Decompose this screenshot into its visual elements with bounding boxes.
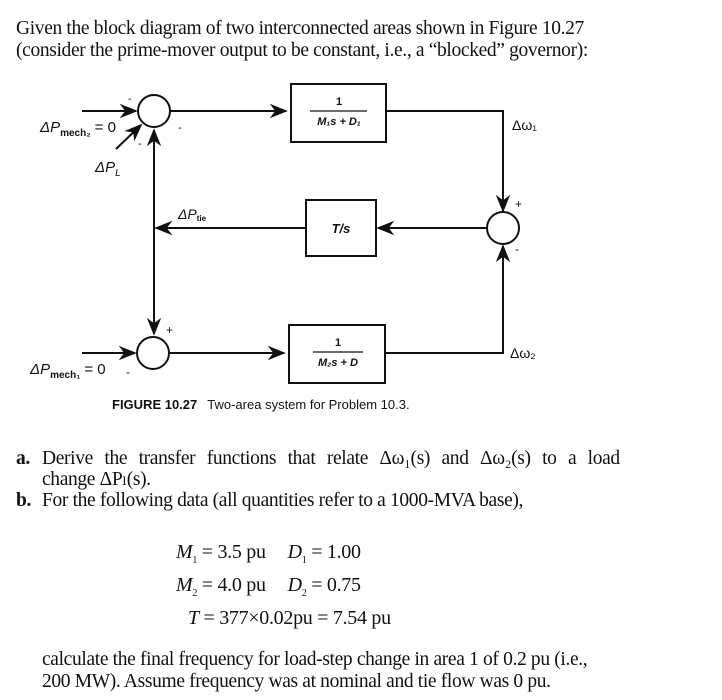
sign-sum1-right: -: [178, 122, 182, 134]
question-a-word: a: [567, 448, 577, 469]
area1-numerator: 1: [336, 96, 342, 108]
sign-sum1-bottom: -: [138, 138, 142, 150]
summing-junction-area1: [137, 94, 171, 128]
question-b-continuation: calculate the final frequency for load-s…: [42, 649, 588, 693]
question-a-word: Derive: [42, 448, 93, 469]
intro-line-1: Given the block diagram of two interconn…: [16, 18, 584, 39]
question-a-word: that: [287, 448, 316, 469]
question-a-label: a.: [16, 448, 30, 469]
pmech2-label: ΔPmech₂ = 0: [39, 119, 116, 139]
d2-symbol: D: [287, 574, 302, 596]
question-a-word: to: [542, 448, 557, 469]
area2-denominator: M₂s + D: [318, 357, 358, 369]
area2-block: [288, 324, 386, 384]
area2-numerator: 1: [335, 337, 341, 349]
figure-caption-text: Two-area system for Problem 10.3.: [207, 397, 410, 412]
sign-sum1-top: -: [128, 93, 132, 105]
pmech1-label: ΔPmech₁ = 0: [29, 361, 106, 381]
pload-label: ΔPL: [94, 159, 121, 179]
equation-row-3: T = 377×0.02pu = 7.54 pu: [176, 606, 391, 630]
figure-label: FIGURE 10.27: [112, 397, 198, 412]
summing-junction-tie: [486, 211, 520, 245]
ptie-label: ΔPtie: [177, 206, 207, 223]
closing-line-1: calculate the final frequency for load-s…: [42, 649, 588, 670]
omega1-label: Δω₁: [512, 117, 537, 133]
closing-line-2: 200 MW). Assume frequency was at nominal…: [42, 671, 551, 692]
problem-intro: Given the block diagram of two interconn…: [16, 18, 716, 62]
block-diagram: 1 M₁s + D₁ T/s 1 M₂s + D ΔPmech₂ = 0 ΔPL …: [29, 83, 537, 384]
given-data-equations: M1 = 3.5 pu D1 = 1.00 M2 = 4.0 pu D2 = 0.7…: [176, 540, 391, 630]
question-a-word: the: [104, 448, 128, 469]
equation-row-2: M2 = 4.0 pu D2 = 0.75: [176, 573, 391, 606]
question-a-word: Δω₁(s): [379, 448, 431, 469]
intro-line-2: (consider the prime-mover output to be c…: [16, 40, 588, 61]
question-list: a. Derive the transfer functions that relate Δ…: [16, 448, 716, 511]
question-a-line-2: change ΔPₗ(s).: [42, 469, 151, 490]
question-a-line-1: Derive the transfer functions that relate Δω₁(…: [42, 448, 620, 469]
question-b: b. For the following data (all quantitie…: [16, 490, 716, 511]
area1-denominator: M₁s + D₁: [317, 116, 361, 128]
t-symbol: T: [188, 607, 199, 629]
sign-tie-bottom: -: [515, 242, 519, 256]
question-b-line-1: For the following data (all quantities r…: [42, 490, 524, 511]
question-a: a. Derive the transfer functions that relate Δ…: [16, 448, 716, 490]
d1-value: = 1.00: [306, 541, 361, 563]
question-a-word: functions: [206, 448, 277, 469]
figure-caption: FIGURE 10.27 Two-area system for Problem …: [112, 397, 410, 412]
question-a-word: and: [441, 448, 469, 469]
question-b-label: b.: [16, 490, 32, 511]
m1-value: = 3.5 pu: [197, 541, 266, 563]
m2-symbol: M: [176, 574, 193, 596]
sign-tie-top: +: [515, 197, 522, 211]
sign-sum2-left: -: [126, 365, 130, 379]
omega2-label: Δω₂: [510, 345, 536, 361]
area1-block: [290, 83, 387, 143]
question-a-word: Δω₂(s): [480, 448, 531, 469]
question-a-word: load: [587, 448, 621, 469]
omega2-line: [385, 244, 511, 354]
omega1-line: [386, 110, 511, 213]
equation-row-1: M1 = 3.5 pu D1 = 1.00: [176, 540, 391, 573]
m2-value: = 4.0 pu: [197, 574, 266, 596]
summing-junction-area2: [136, 336, 170, 370]
tie-label: T/s: [332, 221, 351, 236]
t-value: = 377×0.02pu = 7.54 pu: [198, 607, 392, 629]
m1-symbol: M: [176, 541, 193, 563]
sign-sum2-top: +: [166, 323, 173, 337]
d2-value: = 0.75: [306, 574, 361, 596]
d1-symbol: D: [287, 541, 302, 563]
question-a-word: transfer: [138, 448, 196, 469]
question-a-word: relate: [326, 448, 369, 469]
